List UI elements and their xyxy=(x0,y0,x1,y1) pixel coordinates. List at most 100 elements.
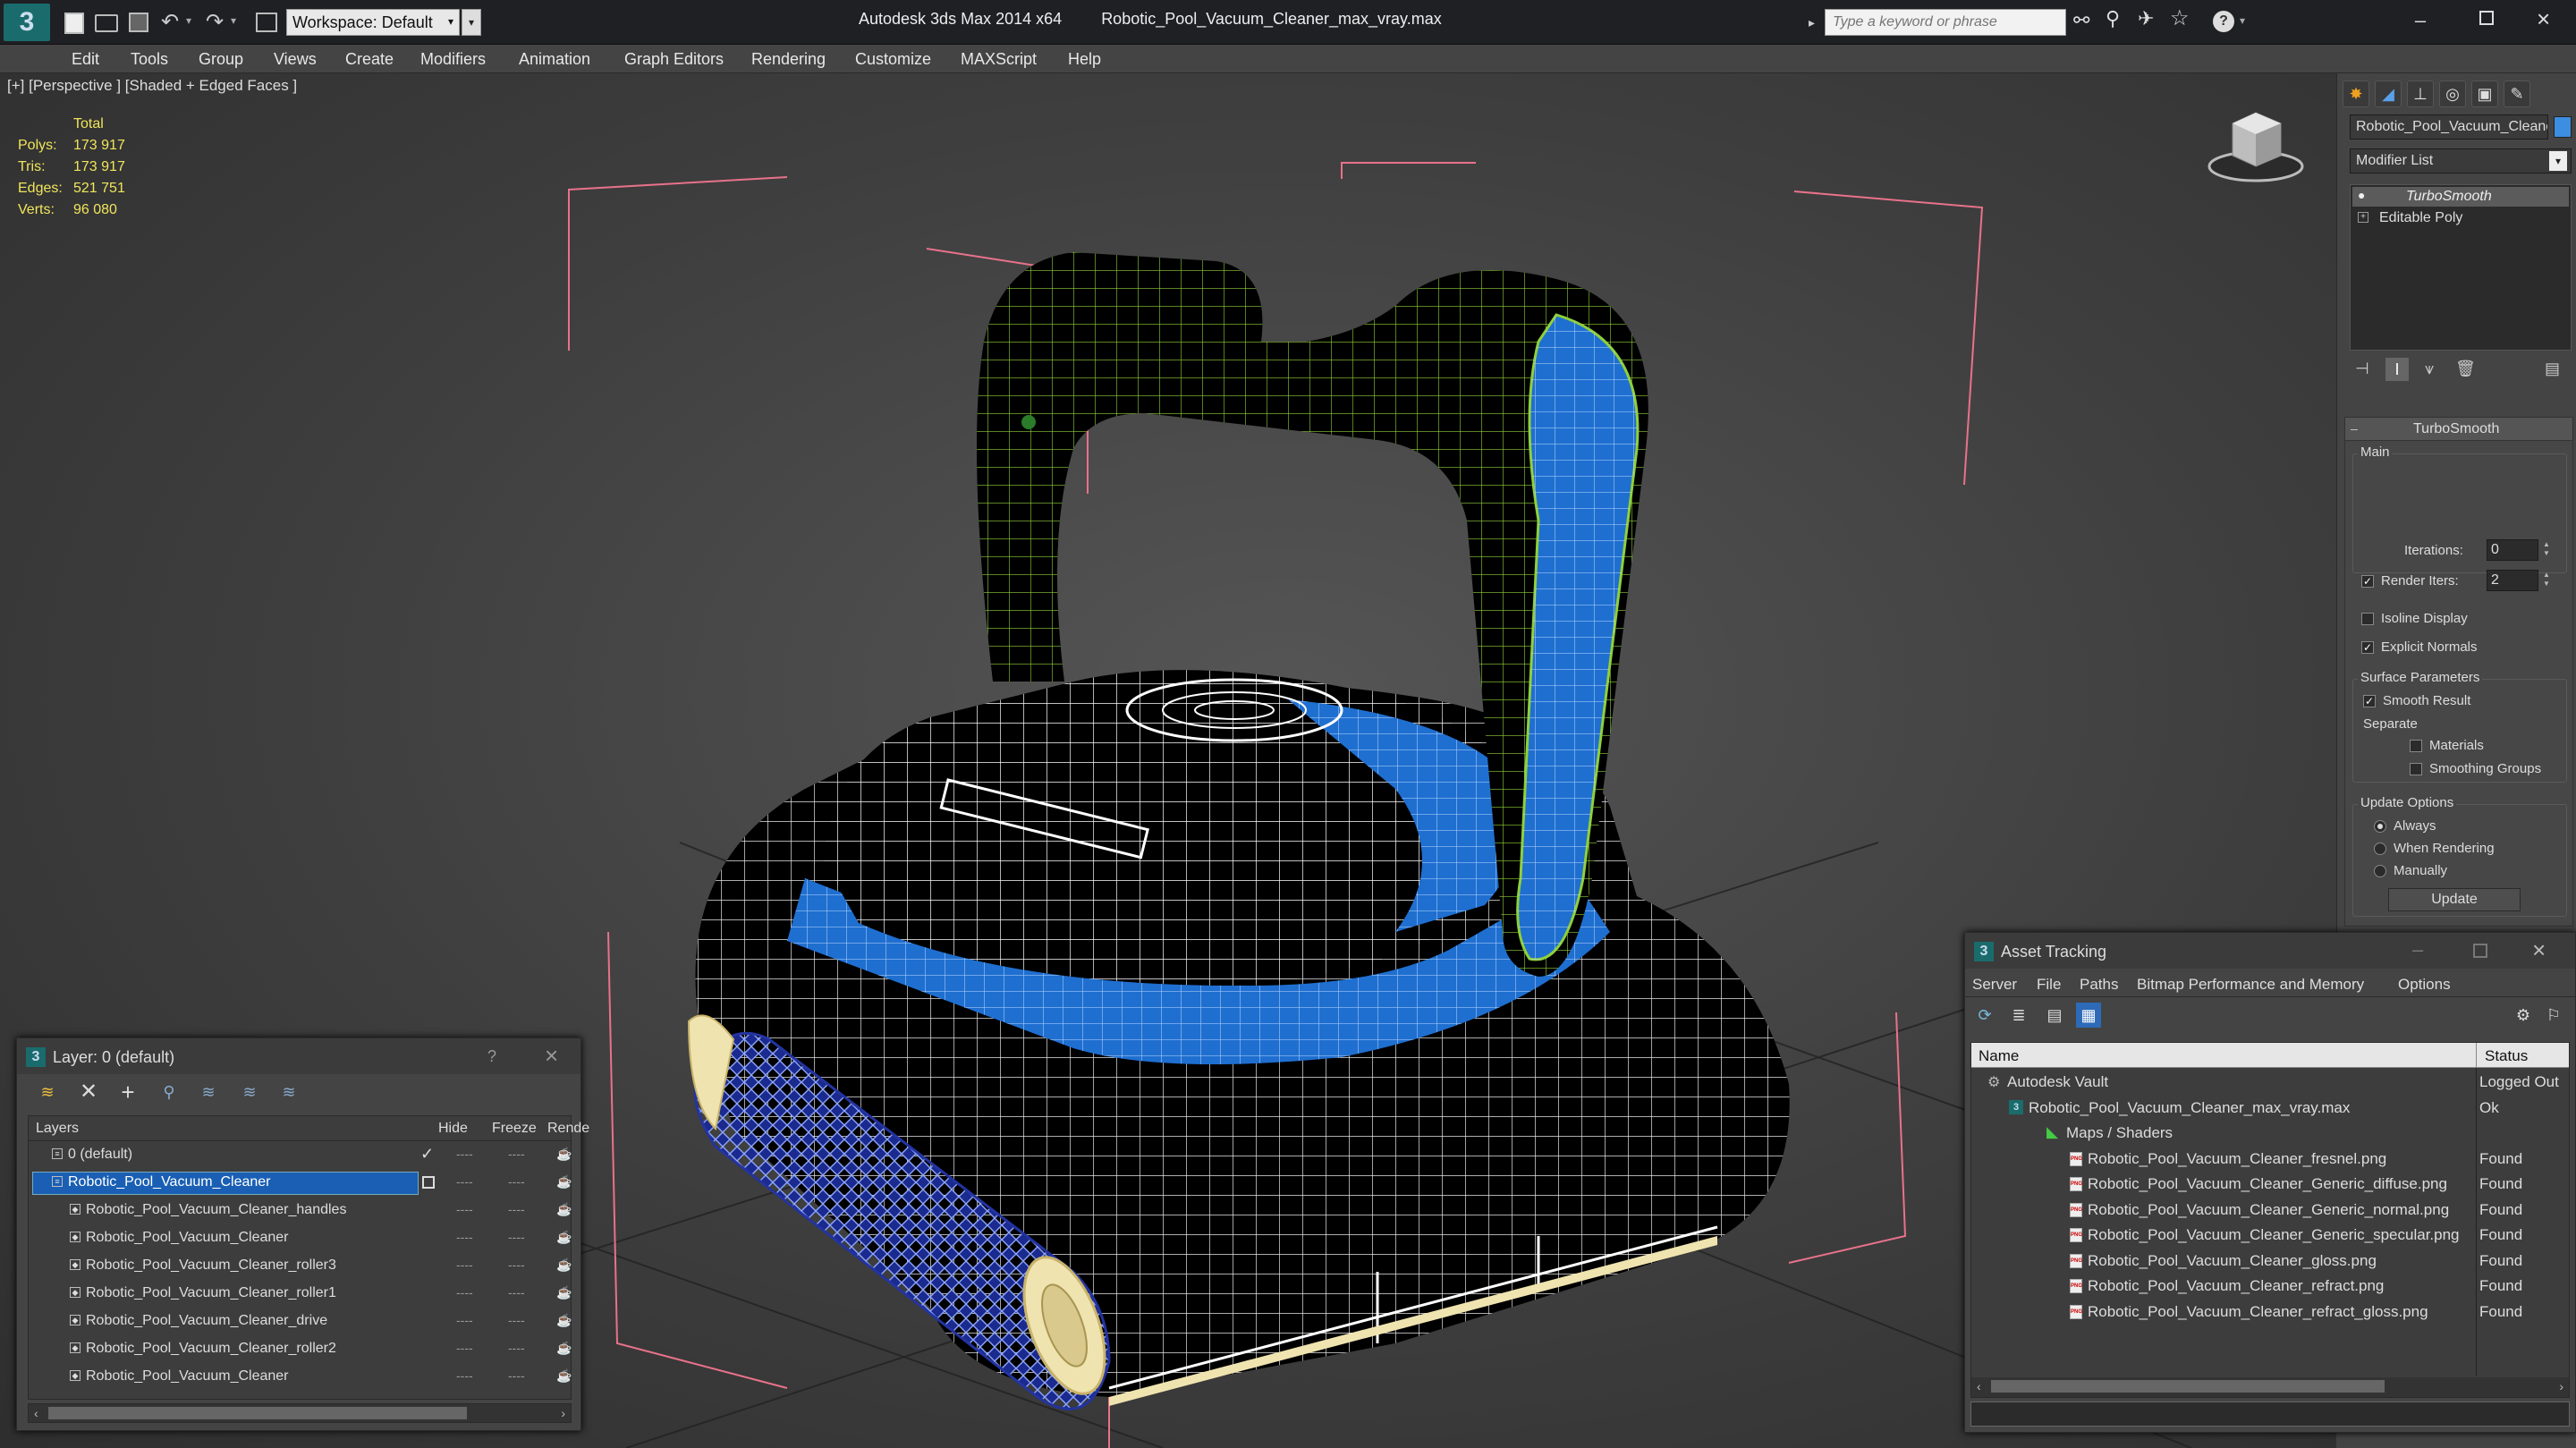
layer-window-titlebar[interactable]: 3 Layer: 0 (default) ? × xyxy=(17,1038,580,1074)
project-folder-icon[interactable] xyxy=(256,13,277,32)
render-teapot-icon[interactable]: ☕ xyxy=(556,1285,572,1300)
utilities-tab-icon[interactable]: ✎ xyxy=(2504,80,2530,107)
column-render[interactable]: Rende xyxy=(547,1121,589,1137)
hide-toggle[interactable]: ---- xyxy=(456,1257,473,1272)
render-iters-input[interactable]: 2 xyxy=(2487,570,2538,591)
save-file-icon[interactable] xyxy=(129,13,148,32)
materials-checkbox[interactable] xyxy=(2410,740,2422,752)
open-file-icon[interactable] xyxy=(95,14,118,32)
create-tab-icon[interactable]: ✸ xyxy=(2343,80,2369,107)
help-dropdown-icon[interactable]: ▾ xyxy=(2240,14,2245,27)
asset-menu-server[interactable]: Server xyxy=(1972,976,2017,994)
list-view-icon[interactable]: ≣ xyxy=(2006,1003,2031,1028)
search-key-icon[interactable]: ⚲ xyxy=(2106,7,2120,30)
select-objects-icon[interactable]: ⚲ xyxy=(157,1080,182,1105)
layer-scrollbar[interactable]: ‹ › xyxy=(28,1403,572,1423)
asset-row[interactable]: ⚙ Autodesk Vault Logged Out xyxy=(1971,1070,2567,1095)
layer-row[interactable]: ≡ Robotic_Pool_Vacuum_Cleaner ---- ---- ☕ xyxy=(29,1171,576,1196)
freeze-toggle[interactable]: ---- xyxy=(508,1147,525,1161)
render-iters-checkbox[interactable]: ✓ xyxy=(2361,575,2374,588)
menu-edit[interactable]: Edit xyxy=(72,50,99,69)
app-logo-icon[interactable]: 3 xyxy=(4,4,50,41)
render-iters-spinner[interactable]: ▲ ▼ xyxy=(2540,571,2553,590)
asset-row[interactable]: PNG Robotic_Pool_Vacuum_Cleaner_gloss.png… xyxy=(1971,1249,2567,1274)
layer-row[interactable]: ◆ Robotic_Pool_Vacuum_Cleaner ---- ---- ☕ xyxy=(29,1365,576,1390)
column-layers[interactable]: Layers xyxy=(36,1121,79,1137)
workspace-dropdown[interactable]: Workspace: Default ▾ xyxy=(286,9,460,36)
active-layer-check-icon[interactable]: ✓ xyxy=(420,1145,434,1164)
hide-toggle[interactable]: ---- xyxy=(456,1147,473,1161)
display-tab-icon[interactable]: ▣ xyxy=(2471,80,2498,107)
menu-animation[interactable]: Animation xyxy=(519,50,590,69)
rollout-header[interactable]: – TurboSmooth xyxy=(2345,418,2572,441)
render-teapot-icon[interactable]: ☕ xyxy=(556,1313,572,1328)
asset-path-field[interactable] xyxy=(1970,1401,2570,1427)
menu-rendering[interactable]: Rendering xyxy=(751,50,826,69)
update-button[interactable]: Update xyxy=(2388,888,2521,911)
explicit-normals-checkbox[interactable]: ✓ xyxy=(2361,641,2374,654)
lightbulb-icon[interactable]: ● xyxy=(2358,188,2365,202)
hide-all-layers-icon[interactable]: ≋ xyxy=(237,1080,262,1105)
hide-toggle[interactable]: ---- xyxy=(456,1368,473,1383)
close-icon[interactable]: × xyxy=(545,1042,558,1070)
freeze-toggle[interactable]: ---- xyxy=(508,1368,525,1383)
freeze-toggle[interactable]: ---- xyxy=(508,1257,525,1272)
remove-modifier-icon[interactable]: 🗑 xyxy=(2455,360,2476,378)
freeze-toggle[interactable]: ---- xyxy=(508,1202,525,1216)
column-hide[interactable]: Hide xyxy=(438,1121,468,1137)
modify-tab-icon[interactable]: ◢ xyxy=(2375,80,2402,107)
object-name-field[interactable]: Robotic_Pool_Vacuum_Cleaner xyxy=(2350,114,2548,140)
render-teapot-icon[interactable]: ☕ xyxy=(556,1341,572,1356)
layer-row[interactable]: ◆ Robotic_Pool_Vacuum_Cleaner_roller3 ----… xyxy=(29,1254,576,1279)
object-color-swatch[interactable] xyxy=(2554,116,2572,138)
redo-dropdown-icon[interactable]: ▾ xyxy=(231,14,236,27)
layer-row[interactable]: ◆ Robotic_Pool_Vacuum_Cleaner ---- ---- ☕ xyxy=(29,1226,576,1251)
menu-tools[interactable]: Tools xyxy=(131,50,168,69)
maximize-icon[interactable] xyxy=(2479,11,2494,25)
hide-toggle[interactable]: ---- xyxy=(456,1202,473,1216)
server-settings-icon[interactable]: ⚙ xyxy=(2511,1003,2536,1028)
asset-row[interactable]: PNG Robotic_Pool_Vacuum_Cleaner_refract_g… xyxy=(1971,1300,2567,1325)
asset-menu-bitmap[interactable]: Bitmap Performance and Memory xyxy=(2137,976,2364,994)
layer-row[interactable]: ◆ Robotic_Pool_Vacuum_Cleaner_roller2 ----… xyxy=(29,1337,576,1362)
freeze-toggle[interactable]: ---- xyxy=(508,1174,525,1189)
redo-icon[interactable]: ↷ xyxy=(206,9,224,35)
iterations-input[interactable]: 0 xyxy=(2487,539,2538,561)
asset-row[interactable]: ◣ Maps / Shaders xyxy=(1971,1121,2567,1146)
column-status[interactable]: Status xyxy=(2485,1047,2528,1065)
help-icon[interactable]: ? xyxy=(2213,11,2234,32)
stack-item-turbosmooth[interactable]: ● TurboSmooth xyxy=(2352,187,2569,207)
create-layer-icon[interactable]: ≋ xyxy=(35,1080,60,1105)
hide-toggle[interactable]: ---- xyxy=(456,1313,473,1327)
make-unique-icon[interactable]: ⩛ xyxy=(2425,360,2434,378)
menu-modifiers[interactable]: Modifiers xyxy=(420,50,486,69)
menu-maxscript[interactable]: MAXScript xyxy=(961,50,1037,69)
hide-toggle[interactable]: ---- xyxy=(456,1341,473,1355)
help-pin-icon[interactable]: ⚐ xyxy=(2541,1003,2566,1028)
minimize-icon[interactable]: – xyxy=(2410,9,2431,31)
render-teapot-icon[interactable]: ☕ xyxy=(556,1368,572,1384)
close-icon[interactable]: × xyxy=(2537,5,2550,33)
configure-sets-icon[interactable]: ▤ xyxy=(2545,360,2560,378)
asset-menu-file[interactable]: File xyxy=(2037,976,2061,994)
scroll-left-icon[interactable]: ‹ xyxy=(1977,1379,1981,1393)
scroll-thumb[interactable] xyxy=(48,1407,467,1419)
delete-layer-icon[interactable]: ✕ xyxy=(76,1080,101,1105)
freeze-toggle[interactable]: ---- xyxy=(508,1285,525,1300)
grid-view-icon[interactable]: ▦ xyxy=(2076,1003,2101,1028)
minimize-icon[interactable]: – xyxy=(2412,938,2423,961)
show-end-result-icon[interactable]: I xyxy=(2385,358,2409,381)
always-radio[interactable] xyxy=(2374,820,2386,833)
column-freeze[interactable]: Freeze xyxy=(492,1121,537,1137)
asset-row[interactable]: PNG Robotic_Pool_Vacuum_Cleaner_refract.p… xyxy=(1971,1274,2567,1299)
hide-toggle[interactable]: ---- xyxy=(456,1285,473,1300)
menu-views[interactable]: Views xyxy=(274,50,317,69)
freeze-all-layers-icon[interactable]: ≋ xyxy=(276,1080,301,1105)
communication-icon[interactable]: ✈ xyxy=(2138,7,2154,30)
render-teapot-icon[interactable]: ☕ xyxy=(556,1257,572,1273)
new-file-icon[interactable] xyxy=(64,13,84,34)
favorites-star-icon[interactable]: ☆ xyxy=(2170,5,2190,31)
motion-tab-icon[interactable]: ◎ xyxy=(2439,80,2466,107)
freeze-toggle[interactable]: ---- xyxy=(508,1230,525,1244)
layer-row[interactable]: ◆ Robotic_Pool_Vacuum_Cleaner_roller1 ----… xyxy=(29,1282,576,1307)
